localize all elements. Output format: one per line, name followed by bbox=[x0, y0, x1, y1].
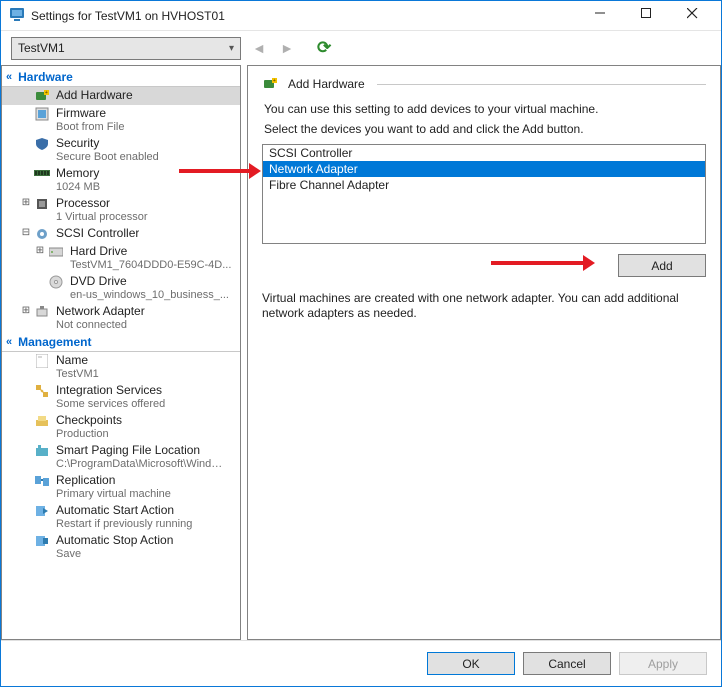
expand-icon[interactable]: ⊞ bbox=[20, 305, 32, 316]
tree-item-replication[interactable]: ReplicationPrimary virtual machine bbox=[2, 472, 240, 502]
integration-icon bbox=[34, 383, 50, 399]
tree-item-scsi-controller[interactable]: ⊟ SCSI Controller bbox=[2, 225, 240, 243]
collapse-icon[interactable]: ⊟ bbox=[20, 227, 32, 238]
svg-text:+: + bbox=[45, 90, 48, 96]
add-hardware-icon: + bbox=[262, 76, 278, 92]
tree-item-smart-paging[interactable]: Smart Paging File LocationC:\ProgramData… bbox=[2, 442, 240, 472]
ok-button[interactable]: OK bbox=[427, 652, 515, 675]
pane-description: Virtual machines are created with one ne… bbox=[262, 291, 706, 321]
paging-icon bbox=[34, 443, 50, 459]
close-icon bbox=[687, 8, 703, 24]
pane-instruction: Select the devices you want to add and c… bbox=[264, 122, 704, 136]
scsi-icon bbox=[34, 226, 50, 242]
firmware-icon bbox=[34, 106, 50, 122]
pane-intro: You can use this setting to add devices … bbox=[264, 102, 704, 116]
rule bbox=[377, 84, 706, 85]
expand-icon[interactable]: ⊞ bbox=[20, 197, 32, 208]
settings-tree[interactable]: « Hardware + Add Hardware FirmwareBoot f… bbox=[1, 65, 241, 640]
tree-header-management[interactable]: « Management bbox=[2, 333, 240, 352]
tree-item-dvd-drive[interactable]: DVD Driveen-us_windows_10_business_... bbox=[2, 273, 240, 303]
minimize-button[interactable] bbox=[583, 1, 629, 30]
device-option-fibre-channel[interactable]: Fibre Channel Adapter bbox=[263, 177, 705, 193]
pane-title: Add Hardware bbox=[288, 77, 365, 91]
tree-header-hardware[interactable]: « Hardware bbox=[2, 68, 240, 87]
title-bar: Settings for TestVM1 on HVHOST01 bbox=[1, 1, 721, 31]
device-listbox[interactable]: SCSI Controller Network Adapter Fibre Ch… bbox=[262, 144, 706, 244]
tree-item-auto-start[interactable]: Automatic Start ActionRestart if previou… bbox=[2, 502, 240, 532]
minimize-icon bbox=[595, 8, 611, 24]
tree-item-processor[interactable]: ⊞ Processor1 Virtual processor bbox=[2, 195, 240, 225]
add-hardware-icon: + bbox=[34, 88, 50, 104]
window-buttons bbox=[583, 1, 721, 30]
expand-icon[interactable]: ⊞ bbox=[34, 245, 46, 256]
vm-selector[interactable]: TestVM1 ▾ bbox=[11, 37, 241, 60]
hyperv-icon bbox=[9, 6, 31, 25]
nav-forward-button[interactable]: ► bbox=[277, 40, 297, 56]
tree-header-label: Hardware bbox=[18, 70, 73, 84]
add-button[interactable]: Add bbox=[618, 254, 706, 277]
auto-stop-icon bbox=[34, 533, 50, 549]
name-icon bbox=[34, 353, 50, 369]
close-button[interactable] bbox=[675, 1, 721, 30]
tree-item-integration-services[interactable]: Integration ServicesSome services offere… bbox=[2, 382, 240, 412]
chevron-down-icon: ▾ bbox=[229, 43, 234, 54]
refresh-button[interactable]: ⟳ bbox=[317, 38, 331, 58]
pane-header: + Add Hardware bbox=[262, 76, 706, 92]
cancel-button[interactable]: Cancel bbox=[523, 652, 611, 675]
auto-start-icon bbox=[34, 503, 50, 519]
nav-back-button[interactable]: ◄ bbox=[249, 40, 269, 56]
checkpoint-icon bbox=[34, 413, 50, 429]
details-pane: + Add Hardware You can use this setting … bbox=[247, 65, 721, 640]
hdd-icon bbox=[48, 244, 64, 260]
annotation-arrow-2 bbox=[491, 261, 591, 265]
tree-item-security[interactable]: SecuritySecure Boot enabled bbox=[2, 135, 240, 165]
toolbar: TestVM1 ▾ ◄ ► ⟳ bbox=[1, 31, 721, 65]
tree-item-network-adapter[interactable]: ⊞ Network AdapterNot connected bbox=[2, 303, 240, 333]
tree-item-checkpoints[interactable]: CheckpointsProduction bbox=[2, 412, 240, 442]
apply-button[interactable]: Apply bbox=[619, 652, 707, 675]
tree-item-name[interactable]: NameTestVM1 bbox=[2, 352, 240, 382]
device-option-network-adapter[interactable]: Network Adapter bbox=[263, 161, 705, 177]
maximize-button[interactable] bbox=[629, 1, 675, 30]
disc-icon bbox=[48, 274, 64, 290]
settings-window: Settings for TestVM1 on HVHOST01 TestVM1… bbox=[0, 0, 722, 687]
device-option-scsi[interactable]: SCSI Controller bbox=[263, 145, 705, 161]
memory-icon bbox=[34, 166, 50, 182]
collapse-icon: « bbox=[6, 71, 12, 83]
maximize-icon bbox=[641, 8, 657, 24]
tree-item-auto-stop[interactable]: Automatic Stop ActionSave bbox=[2, 532, 240, 562]
collapse-icon: « bbox=[6, 336, 12, 348]
annotation-arrow-1 bbox=[179, 169, 257, 173]
vm-selector-value: TestVM1 bbox=[18, 41, 65, 55]
tree-item-add-hardware[interactable]: + Add Hardware bbox=[2, 87, 240, 105]
window-title: Settings for TestVM1 on HVHOST01 bbox=[31, 9, 583, 23]
svg-text:+: + bbox=[273, 78, 276, 84]
replication-icon bbox=[34, 473, 50, 489]
dialog-footer: OK Cancel Apply bbox=[1, 640, 721, 686]
tree-header-label: Management bbox=[18, 335, 91, 349]
cpu-icon bbox=[34, 196, 50, 212]
network-icon bbox=[34, 304, 50, 320]
tree-item-hard-drive[interactable]: ⊞ Hard DriveTestVM1_7604DDD0-E59C-4D... bbox=[2, 243, 240, 273]
tree-item-firmware[interactable]: FirmwareBoot from File bbox=[2, 105, 240, 135]
shield-icon bbox=[34, 136, 50, 152]
